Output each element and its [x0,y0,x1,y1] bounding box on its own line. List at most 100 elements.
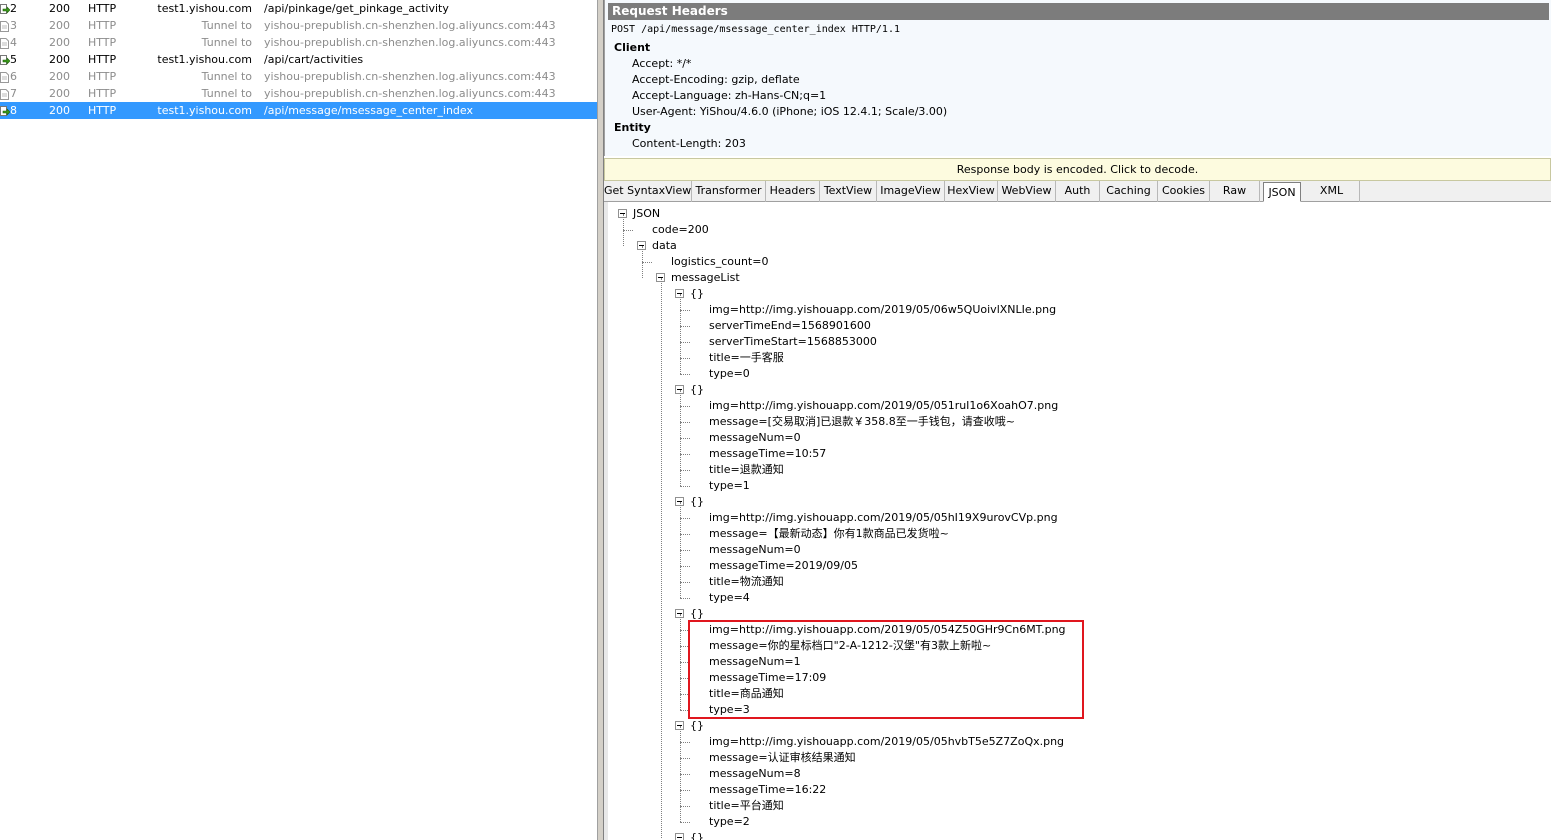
json-leaf-node[interactable]: img=http://img.yishouapp.com/2019/05/06w… [709,302,1056,318]
json-root-node[interactable]: JSON [633,206,660,222]
tab-textview[interactable]: TextView [820,181,877,202]
json-leaf-node[interactable]: img=http://img.yishouapp.com/2019/05/05h… [709,734,1064,750]
json-logistics-node[interactable]: logistics_count=0 [671,254,768,270]
session-host: test1.yishou.com [157,2,252,15]
json-leaf-node[interactable]: title=平台通知 [709,798,784,814]
json-leaf-node[interactable]: img=http://img.yishouapp.com/2019/05/051… [709,398,1058,414]
json-data-node[interactable]: data [652,238,677,254]
tree-connector [680,342,690,343]
json-leaf-node[interactable]: type=2 [709,814,750,830]
session-protocol: HTTP [88,36,117,49]
json-object-node[interactable]: {} [690,606,704,622]
session-row[interactable]: 2 200 HTTP test1.yishou.com/api/pinkage/get… [0,0,597,17]
session-number: 8 [10,104,17,117]
session-number: 6 [10,70,17,83]
tab-get-syntaxview[interactable]: Get SyntaxView [604,181,692,202]
tab-transformer[interactable]: Transformer [692,181,766,202]
tree-connector [680,646,690,647]
decode-banner[interactable]: Response body is encoded. Click to decod… [604,158,1551,181]
collapse-toggle-icon[interactable] [675,833,684,840]
json-leaf-node[interactable]: type=0 [709,366,750,382]
json-leaf-node[interactable]: messageTime=10:57 [709,446,826,462]
tree-connector [680,822,690,823]
json-tree-view[interactable]: JSON code=200 data logistics_count=0 message… [604,202,1551,840]
json-leaf-node[interactable]: title=物流通知 [709,574,784,590]
response-tabs: Get SyntaxView Transformer Headers TextView… [604,181,1551,202]
tree-connector [680,790,690,791]
session-url: yishou-prepublish.cn-shenzhen.log.aliyun… [264,70,556,83]
json-leaf-node[interactable]: messageTime=16:22 [709,782,826,798]
header-content-length: Content-Length: 203 [632,137,746,150]
session-host: Tunnel to [201,87,252,100]
page-icon [0,88,9,100]
tree-connector [623,230,633,231]
session-url: /api/cart/activities [264,53,364,66]
session-host: Tunnel to [201,70,252,83]
json-object-node[interactable]: {} [690,830,704,840]
client-section-label[interactable]: Client [614,40,650,56]
json-leaf-node[interactable]: message=认证审核结果通知 [709,750,856,766]
tab-cookies[interactable]: Cookies [1158,181,1210,202]
json-leaf-node[interactable]: title=一手客服 [709,350,784,366]
tree-connector [680,806,690,807]
tree-connector [680,534,690,535]
json-leaf-node[interactable]: serverTimeStart=1568853000 [709,334,877,350]
entity-section-label[interactable]: Entity [614,120,651,136]
tab-auth[interactable]: Auth [1056,181,1100,202]
pane-splitter[interactable] [597,0,604,840]
json-leaf-node[interactable]: messageTime=2019/09/05 [709,558,858,574]
tab-caching[interactable]: Caching [1100,181,1158,202]
session-result: 200 [49,104,70,117]
session-list[interactable]: 2 200 HTTP test1.yishou.com/api/pinkage/get… [0,0,597,840]
session-row[interactable]: 4 200 HTTP Tunnel to yishou-prepublish.cn-sh… [0,34,597,51]
tree-connector [680,550,690,551]
session-protocol: HTTP [88,104,117,117]
json-leaf-node[interactable]: message=【最新动态】你有1款商品已发货啦~ [709,526,949,542]
json-leaf-node[interactable]: type=1 [709,478,750,494]
tab-raw[interactable]: Raw [1210,181,1260,202]
tree-connector [680,358,690,359]
session-url: yishou-prepublish.cn-shenzhen.log.aliyun… [264,36,556,49]
tab-json[interactable]: JSON [1263,182,1301,202]
json-message-list-node[interactable]: messageList [671,270,740,286]
json-object-node[interactable]: {} [690,494,704,510]
json-leaf-node[interactable]: img=http://img.yishouapp.com/2019/05/05h… [709,510,1058,526]
json-leaf-node[interactable]: messageTime=17:09 [709,670,826,686]
session-result: 200 [49,53,70,66]
tab-hexview[interactable]: HexView [945,181,998,202]
json-leaf-node[interactable]: title=退款通知 [709,462,784,478]
session-number: 7 [10,87,17,100]
json-leaf-node[interactable]: messageNum=8 [709,766,801,782]
tree-connector [680,742,690,743]
json-leaf-node[interactable]: type=4 [709,590,750,606]
session-row[interactable]: 3 200 HTTP Tunnel to yishou-prepublish.cn-sh… [0,17,597,34]
json-leaf-node[interactable]: message=你的星标档口"2-A-1212-汉堡"有3款上新啦~ [709,638,991,654]
tree-connector [680,774,690,775]
json-leaf-node[interactable]: messageNum=0 [709,430,801,446]
json-object-node[interactable]: {} [690,718,704,734]
session-row[interactable]: 5 200 HTTP test1.yishou.com/api/cart/activi… [0,51,597,68]
session-url: yishou-prepublish.cn-shenzhen.log.aliyun… [264,87,556,100]
tab-imageview[interactable]: ImageView [877,181,945,202]
json-object-node[interactable]: {} [690,286,704,302]
session-row[interactable]: 7 200 HTTP Tunnel to yishou-prepublish.cn-sh… [0,85,597,102]
session-row[interactable]: 6 200 HTTP Tunnel to yishou-prepublish.cn-sh… [0,68,597,85]
json-leaf-node[interactable]: type=3 [709,702,750,718]
tree-connector [680,470,690,471]
tab-webview[interactable]: WebView [998,181,1056,202]
json-leaf-node[interactable]: messageNum=0 [709,542,801,558]
session-url: yishou-prepublish.cn-shenzhen.log.aliyun… [264,19,556,32]
json-leaf-node[interactable]: title=商品通知 [709,686,784,702]
session-number: 3 [10,19,17,32]
session-row[interactable]: 8 200 HTTP test1.yishou.com/api/message/mse… [0,102,597,119]
json-leaf-node[interactable]: serverTimeEnd=1568901600 [709,318,871,334]
request-headers-panel: Request Headers POST /api/message/msessa… [604,0,1551,156]
json-leaf-node[interactable]: message=[交易取消]已退款￥358.8至一手钱包，请查收哦~ [709,414,1015,430]
tree-connector [680,694,690,695]
json-leaf-node[interactable]: img=http://img.yishouapp.com/2019/05/054… [709,622,1066,638]
json-leaf-node[interactable]: messageNum=1 [709,654,801,670]
json-object-node[interactable]: {} [690,382,704,398]
json-code-node[interactable]: code=200 [652,222,709,238]
tab-xml[interactable]: XML [1304,181,1360,202]
tab-headers[interactable]: Headers [766,181,820,202]
